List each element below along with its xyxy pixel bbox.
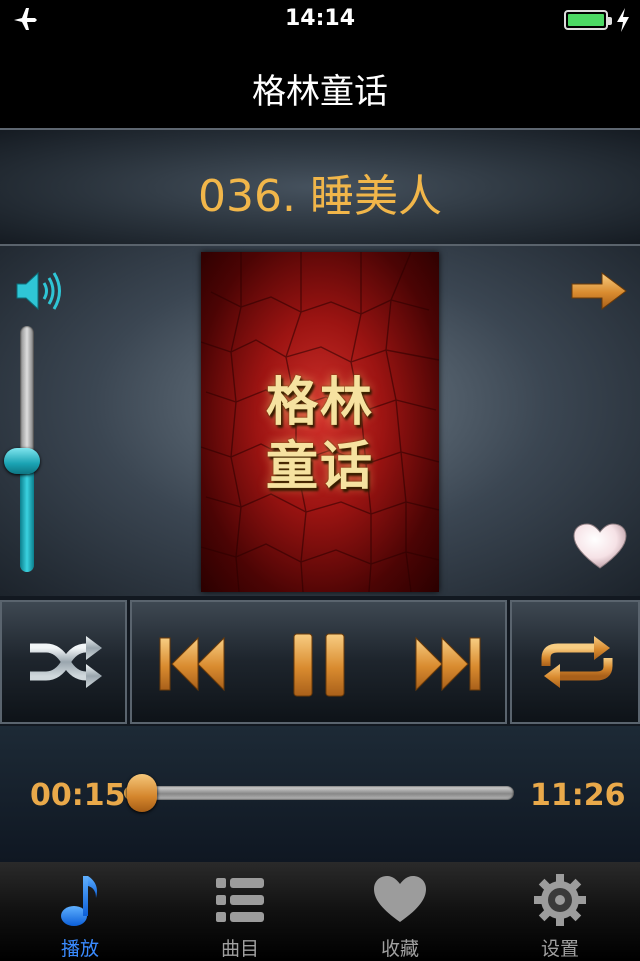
- volume-slider-knob[interactable]: [4, 448, 40, 475]
- cover-title-line2: 童话: [265, 437, 374, 497]
- gear-icon: [534, 874, 586, 926]
- shuffle-icon: [30, 636, 102, 688]
- battery-icon: [564, 10, 612, 30]
- tab-play[interactable]: 播放: [0, 862, 160, 960]
- volume-slider-fill: [20, 461, 34, 572]
- speaker-icon[interactable]: [14, 268, 64, 314]
- navigation-bar: 格林童话: [0, 40, 640, 129]
- previous-track-button[interactable]: [158, 634, 228, 694]
- status-time: 14:14: [284, 6, 356, 31]
- tab-label: 播放: [60, 938, 99, 960]
- album-cover: 格林 童话: [201, 252, 439, 592]
- tab-settings[interactable]: 设置: [480, 862, 640, 960]
- page-title: 格林童话: [252, 72, 388, 112]
- progress-slider-knob[interactable]: [126, 774, 157, 812]
- list-icon: [216, 878, 264, 922]
- status-bar: 14:14: [0, 0, 640, 40]
- track-title: 036. 睡美人: [198, 171, 442, 222]
- arrow-right-icon[interactable]: [570, 270, 628, 312]
- next-track-button[interactable]: [412, 634, 482, 694]
- repeat-button[interactable]: [510, 600, 640, 724]
- charging-icon: [617, 8, 629, 32]
- total-time: 11:26: [530, 778, 626, 813]
- tab-label: 曲目: [220, 938, 259, 960]
- repeat-icon: [541, 636, 613, 688]
- progress-slider-track[interactable]: [124, 786, 514, 800]
- tab-label: 收藏: [380, 938, 419, 960]
- tab-tracks[interactable]: 曲目: [160, 862, 320, 960]
- tab-label: 设置: [540, 938, 579, 960]
- tab-favorites[interactable]: 收藏: [320, 862, 480, 960]
- track-title-bar: 036. 睡美人: [0, 128, 640, 246]
- heart-icon: [374, 876, 426, 922]
- current-time: 00:15: [30, 778, 126, 813]
- pause-button[interactable]: [292, 632, 348, 698]
- playback-controls: [130, 600, 507, 724]
- favorite-heart-icon[interactable]: [572, 522, 628, 572]
- music-note-icon: [61, 876, 97, 926]
- shuffle-button[interactable]: [0, 600, 127, 724]
